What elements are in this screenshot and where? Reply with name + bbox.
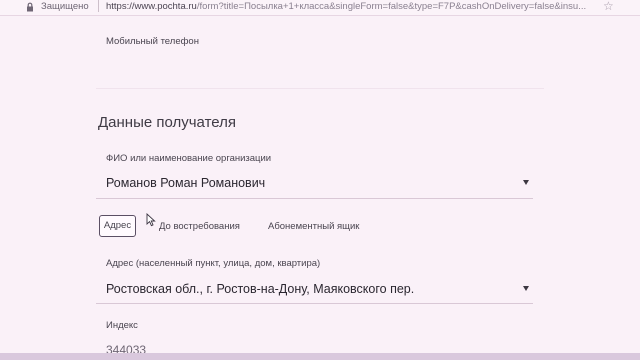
url-text[interactable]: https://www.pochta.ru/form?title=Посылка… [106, 0, 586, 13]
address-separator [98, 0, 99, 12]
bookmark-star-icon[interactable]: ☆ [603, 0, 614, 12]
tab-address[interactable]: Адрес [99, 215, 136, 237]
recipient-name-select[interactable]: Романов Роман Романович [96, 170, 533, 199]
phone-input[interactable] [96, 55, 544, 89]
phone-label: Мобильный телефон [106, 36, 199, 47]
browser-address-bar[interactable]: Защищено https://www.pochta.ru/form?titl… [0, 0, 640, 16]
recipient-name-value: Романов Роман Романович [106, 176, 266, 190]
tab-poste-restante[interactable]: До востребования [159, 221, 240, 232]
address-label: Адрес (населенный пункт, улица, дом, ква… [106, 258, 321, 269]
lock-icon [27, 2, 33, 12]
recipient-section-title: Данные получателя [98, 114, 236, 131]
bottom-strip [0, 353, 640, 360]
address-value: Ростовская обл., г. Ростов-на-Дону, Маяк… [106, 282, 415, 296]
mouse-cursor-icon [146, 213, 156, 227]
url-host: https://www.pochta.ru [106, 1, 197, 12]
index-label: Индекс [106, 320, 138, 331]
dropdown-caret-icon[interactable] [523, 286, 529, 291]
tab-po-box[interactable]: Абонементный ящик [268, 221, 359, 232]
recipient-name-label: ФИО или наименование организации [106, 153, 272, 164]
dropdown-caret-icon[interactable] [523, 180, 529, 185]
address-select[interactable]: Ростовская обл., г. Ростов-на-Дону, Маяк… [96, 276, 533, 304]
secure-label: Защищено [41, 1, 89, 12]
url-path: /form?title=Посылка+1+класса&singleForm=… [196, 1, 587, 12]
